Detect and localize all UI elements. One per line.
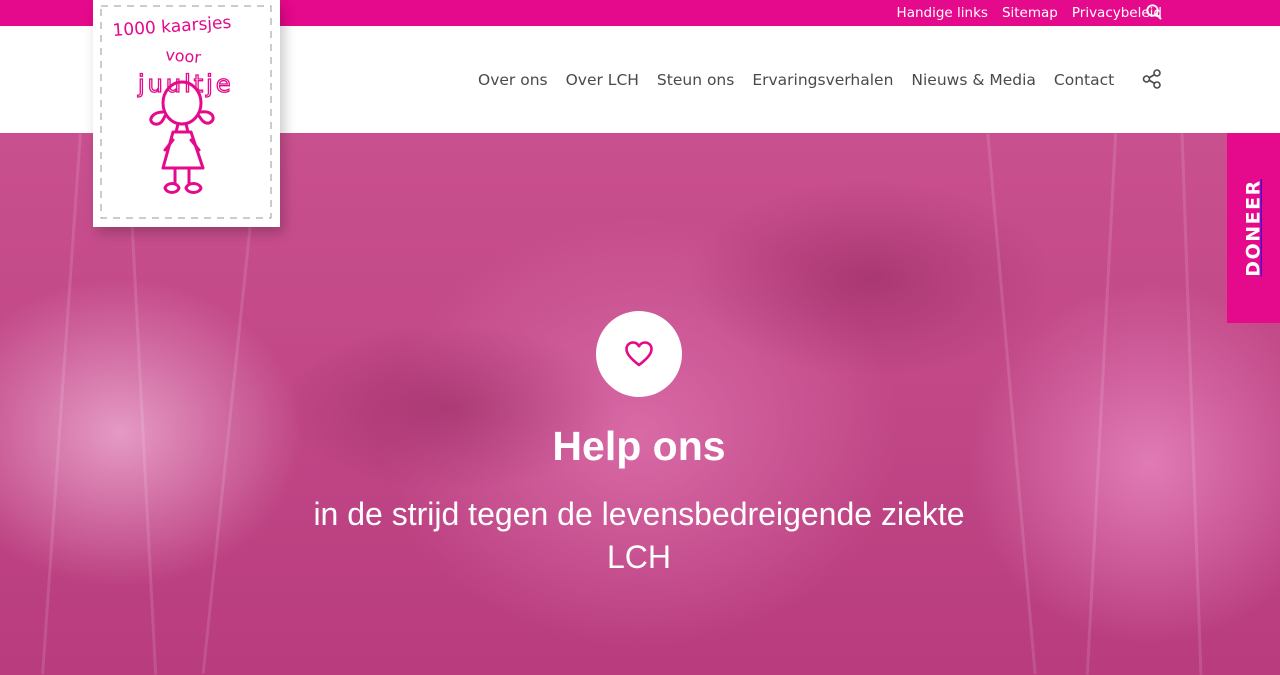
girl-drawing [149,80,215,194]
heart-icon [625,341,653,367]
hero-photo-texture [1180,133,1203,675]
logo-text-line1: 1000 kaarsjes [112,13,232,41]
nav-item-steun-ons[interactable]: Steun ons [657,71,734,89]
share-icon[interactable] [1141,68,1163,90]
hero-photo-texture [1085,133,1118,675]
logo-drawing: 1000 kaarsjes voor juultje [100,5,272,219]
nav-item-ervaringsverhalen[interactable]: Ervaringsverhalen [752,71,893,89]
site-logo[interactable]: 1000 kaarsjes voor juultje [93,0,280,227]
hero-photo-texture [41,133,82,675]
hero-title: Help ons [552,423,726,469]
nav-item-over-lch[interactable]: Over LCH [566,71,639,89]
utility-links: Handige links Sitemap Privacybeleid [897,0,1162,26]
heart-badge [596,311,682,397]
hero-subtitle: in de strijd tegen de levensbedreigende … [313,496,965,575]
utility-link-sitemap[interactable]: Sitemap [1002,5,1058,21]
nav-item-nieuws-media[interactable]: Nieuws & Media [911,71,1036,89]
nav-item-over-ons[interactable]: Over ons [478,71,548,89]
nav-item-contact[interactable]: Contact [1054,71,1114,89]
hero-photo-texture [986,133,1037,675]
logo-text-line2: voor [165,45,203,67]
main-navigation: Over ons Over LCH Steun ons Ervaringsver… [478,26,1114,133]
logo-text-line3: juultje [137,70,234,98]
donate-label: DONEER [1242,179,1265,277]
donate-button[interactable]: DONEER [1227,133,1280,323]
utility-link-handige-links[interactable]: Handige links [897,5,988,21]
search-icon[interactable] [1145,3,1163,21]
